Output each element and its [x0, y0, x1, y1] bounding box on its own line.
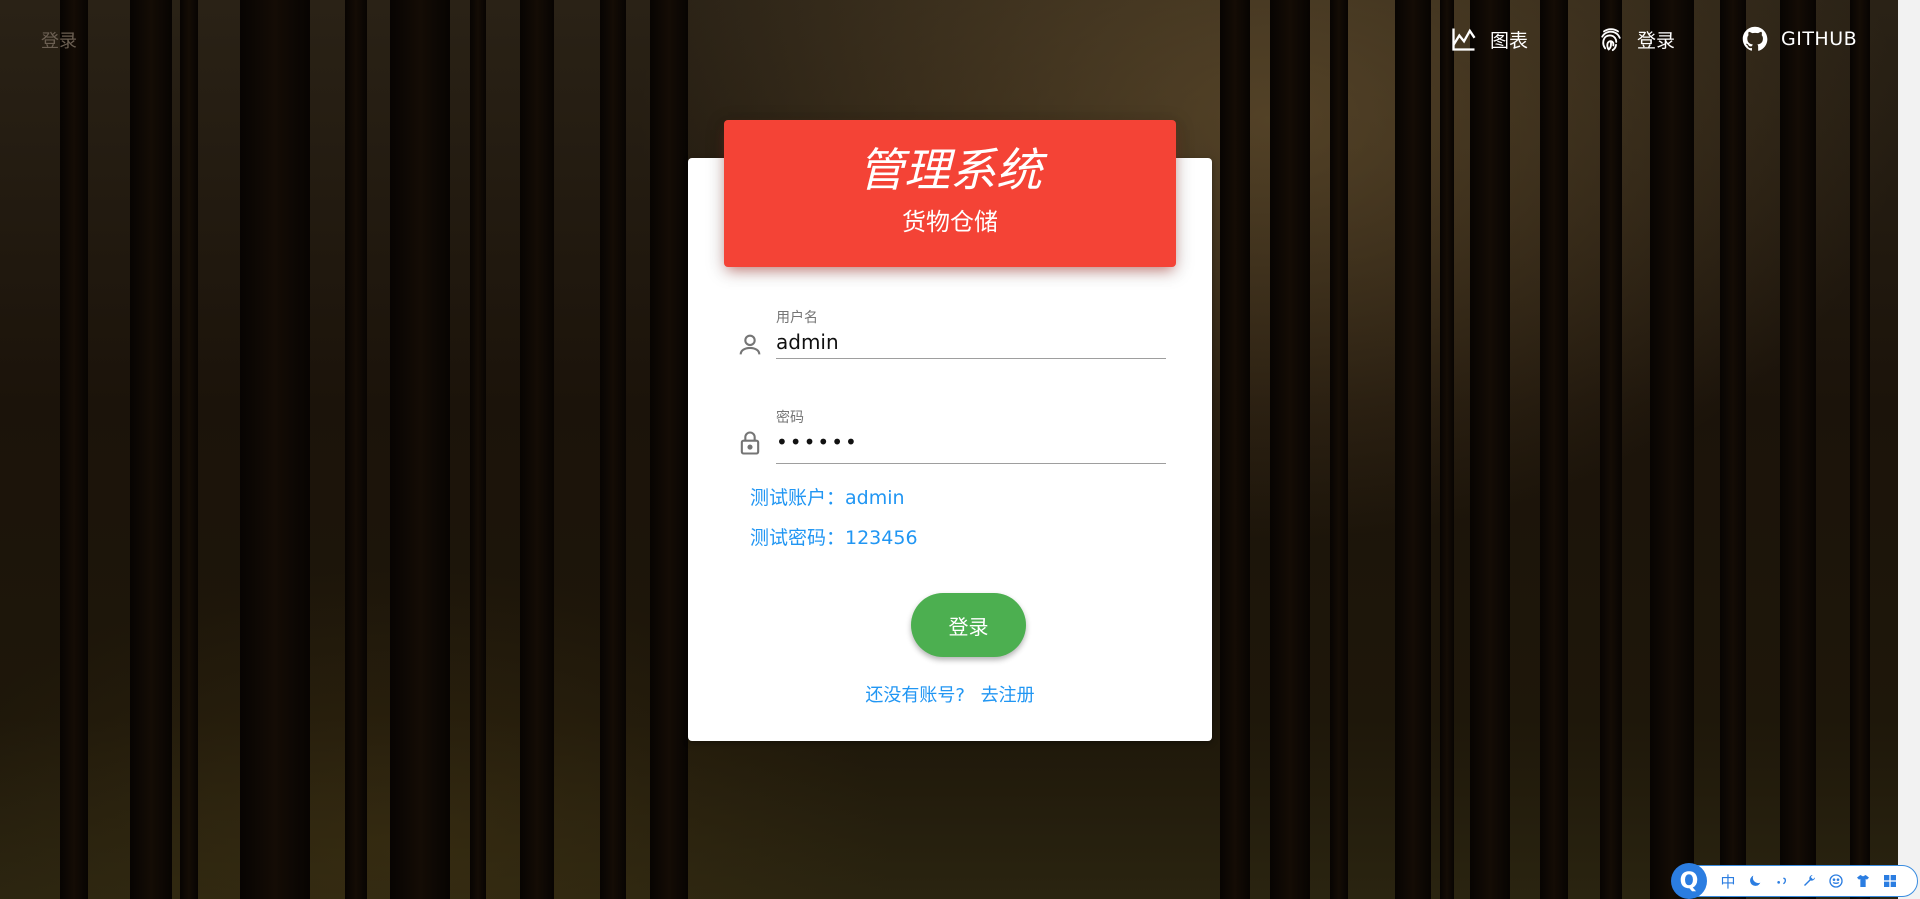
ime-toolbar: Q 中: [1671, 863, 1918, 899]
register-prompt: 还没有账号?: [865, 685, 965, 706]
username-underline: [776, 358, 1166, 359]
password-input[interactable]: [776, 427, 1164, 457]
password-underline: [776, 463, 1166, 464]
moon-icon[interactable]: [1744, 870, 1766, 892]
nav-github[interactable]: GITHUB: [1741, 22, 1857, 56]
username-field: 用户名: [736, 305, 1166, 365]
nav-login[interactable]: 登录: [1597, 22, 1675, 56]
shirt-icon[interactable]: [1852, 870, 1874, 892]
username-input[interactable]: [776, 327, 1164, 357]
nav-charts[interactable]: 图表: [1450, 22, 1528, 56]
brand-title: 登录: [41, 31, 77, 52]
nav-login-label: 登录: [1637, 29, 1676, 52]
ime-logo-icon[interactable]: Q: [1671, 863, 1707, 899]
lock-icon: [740, 431, 760, 455]
punctuation-icon[interactable]: [1771, 870, 1793, 892]
test-account-hint: 测试账户：admin: [750, 487, 905, 509]
fingerprint-icon: [1601, 28, 1621, 52]
ime-mode-toggle[interactable]: 中: [1717, 870, 1739, 892]
nav-charts-label: 图表: [1490, 29, 1529, 52]
test-password-hint: 测试密码：123456: [750, 527, 918, 549]
github-icon: [1742, 26, 1768, 51]
nav-github-label: GITHUB: [1781, 28, 1858, 50]
password-label: 密码: [776, 410, 804, 426]
person-icon: [739, 334, 761, 355]
scrollbar-track[interactable]: [1898, 0, 1920, 899]
register-link[interactable]: 去注册: [981, 685, 1035, 706]
login-button[interactable]: 登录: [911, 593, 1026, 657]
username-label: 用户名: [776, 310, 818, 326]
password-field: 密码: [736, 405, 1166, 465]
grid-icon[interactable]: [1879, 870, 1901, 892]
card-header: 管理系统 货物仓储: [724, 120, 1176, 267]
system-subtitle: 货物仓储: [902, 208, 998, 236]
top-navbar: 登录 图表 登录 GITHUB: [0, 0, 1900, 78]
system-title: 管理系统: [858, 143, 1042, 197]
wrench-icon[interactable]: [1798, 870, 1820, 892]
smile-icon[interactable]: [1825, 870, 1847, 892]
chart-icon: [1452, 28, 1476, 51]
